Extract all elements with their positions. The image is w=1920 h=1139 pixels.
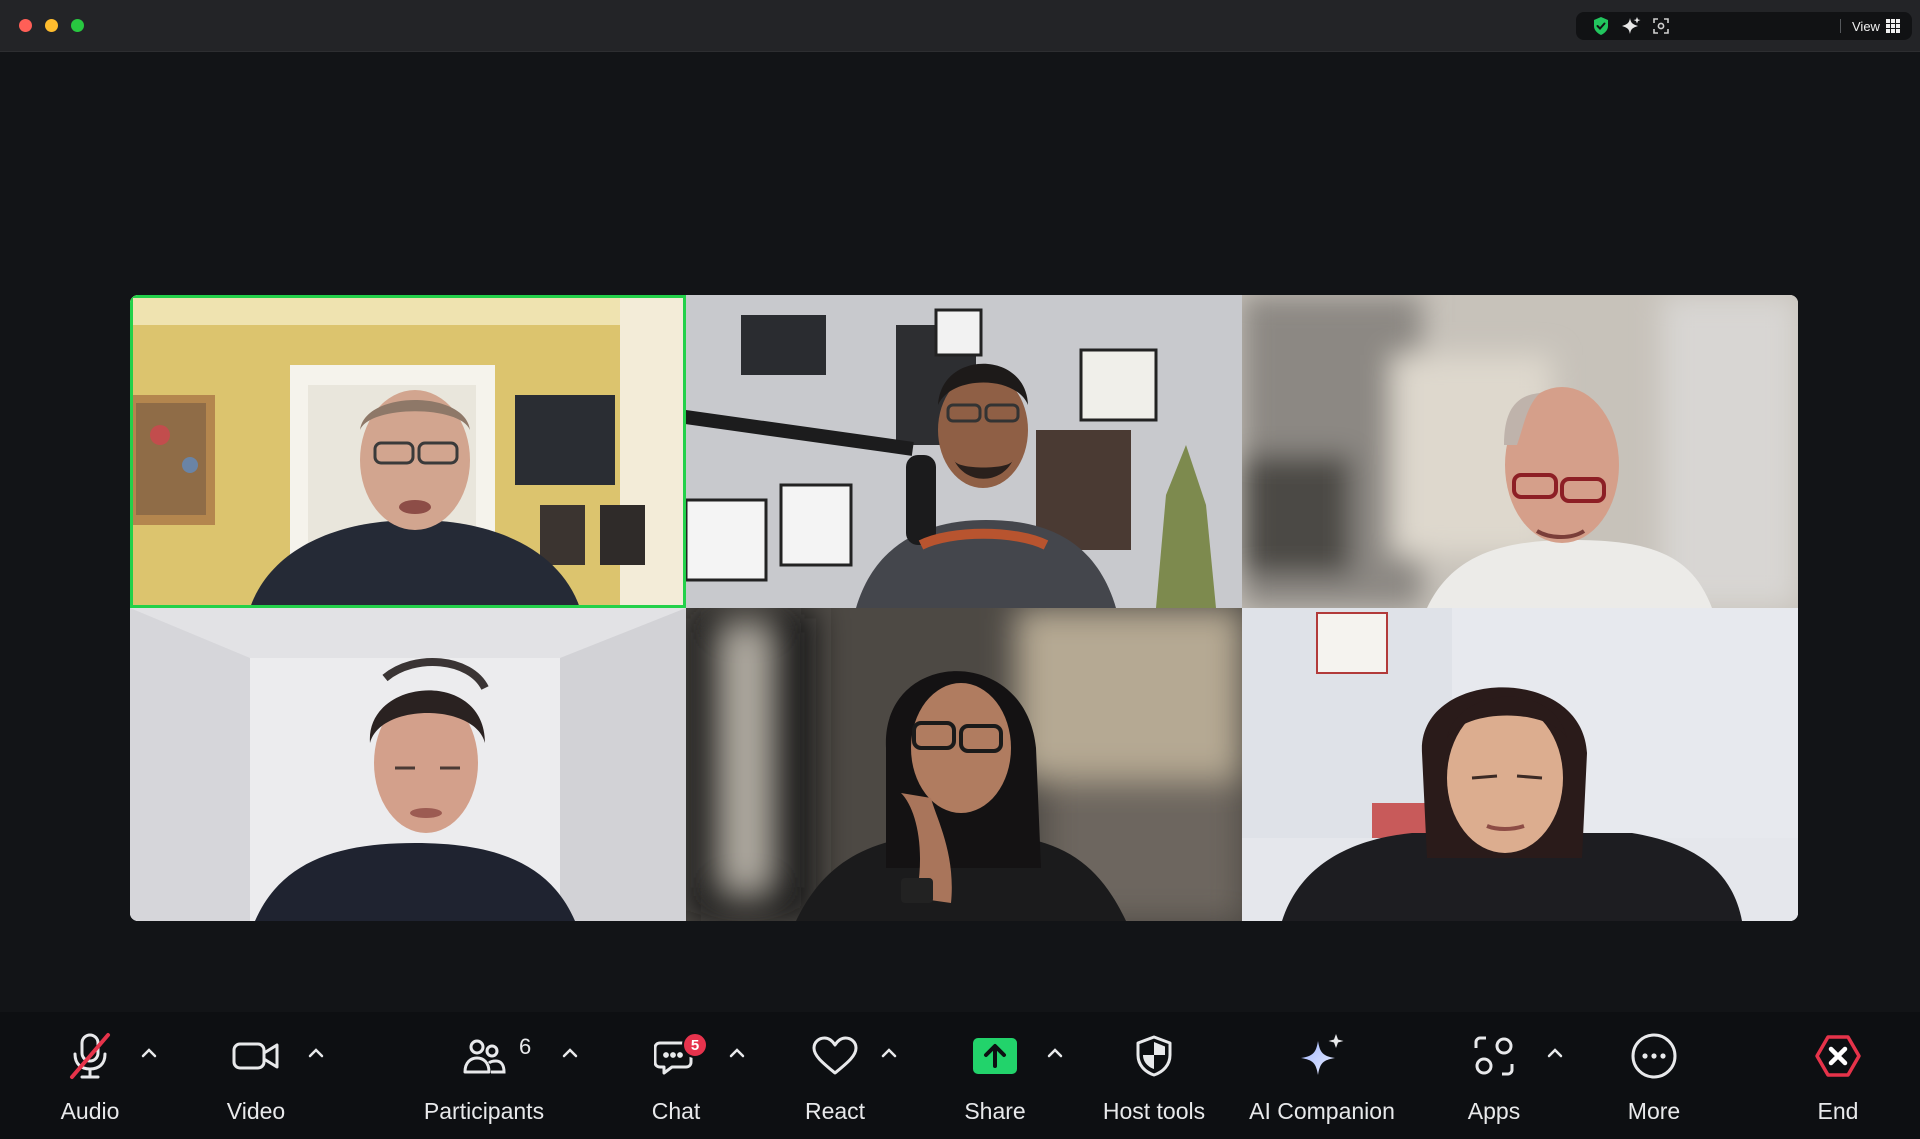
video-tile-1[interactable] bbox=[130, 295, 686, 608]
video-tile-6[interactable] bbox=[1242, 608, 1798, 921]
view-button[interactable]: View bbox=[1852, 12, 1912, 40]
share-button[interactable]: Share bbox=[958, 1026, 1032, 1136]
minimize-window-button[interactable] bbox=[45, 19, 58, 32]
focus-frame-icon[interactable] bbox=[1650, 15, 1672, 37]
participants-options-caret[interactable] bbox=[559, 1042, 581, 1064]
share-arrow-icon bbox=[967, 1028, 1023, 1084]
close-window-button[interactable] bbox=[19, 19, 32, 32]
sparkle-icon bbox=[1294, 1028, 1350, 1084]
end-call-icon bbox=[1810, 1028, 1866, 1084]
fullscreen-window-button[interactable] bbox=[71, 19, 84, 32]
host-tools-label: Host tools bbox=[1102, 1098, 1206, 1124]
chat-options-caret[interactable] bbox=[726, 1042, 748, 1064]
ai-companion-label: AI Companion bbox=[1249, 1098, 1395, 1124]
apps-icon bbox=[1466, 1028, 1522, 1084]
people-icon bbox=[456, 1028, 512, 1084]
chevron-up-icon bbox=[308, 1048, 324, 1058]
chevron-up-icon bbox=[881, 1048, 897, 1058]
shield-icon bbox=[1126, 1028, 1182, 1084]
meeting-stage bbox=[0, 52, 1920, 1012]
grid-view-icon bbox=[1885, 19, 1900, 33]
window-titlebar: View bbox=[0, 0, 1920, 52]
share-options-caret[interactable] bbox=[1044, 1042, 1066, 1064]
end-button[interactable]: End bbox=[1802, 1026, 1874, 1136]
video-tile-3[interactable] bbox=[1242, 295, 1798, 608]
chevron-up-icon bbox=[1547, 1048, 1563, 1058]
chevron-up-icon bbox=[729, 1048, 745, 1058]
chat-bubble-icon: 5 bbox=[648, 1028, 708, 1084]
encryption-shield-icon[interactable] bbox=[1590, 15, 1612, 37]
apps-label: Apps bbox=[1467, 1098, 1521, 1124]
gallery-view-grid bbox=[130, 295, 1798, 921]
participants-label: Participants bbox=[423, 1098, 545, 1124]
chevron-up-icon bbox=[562, 1048, 578, 1058]
ai-sparkle-icon[interactable] bbox=[1620, 15, 1642, 37]
video-camera-icon bbox=[228, 1028, 284, 1084]
video-tile-5[interactable] bbox=[686, 608, 1242, 921]
react-options-caret[interactable] bbox=[878, 1042, 900, 1064]
apps-options-caret[interactable] bbox=[1544, 1042, 1566, 1064]
participant-video bbox=[130, 295, 686, 608]
participants-button[interactable]: Participants bbox=[414, 1026, 554, 1136]
chat-unread-badge: 5 bbox=[682, 1032, 708, 1058]
participant-video bbox=[1242, 295, 1798, 608]
meeting-info-bar: View bbox=[1576, 12, 1912, 40]
video-tile-2[interactable] bbox=[686, 295, 1242, 608]
host-tools-button[interactable]: Host tools bbox=[1096, 1026, 1212, 1136]
video-tile-4[interactable] bbox=[130, 608, 686, 921]
chat-button[interactable]: 5 Chat bbox=[640, 1026, 712, 1136]
video-options-caret[interactable] bbox=[305, 1042, 327, 1064]
apps-button[interactable]: Apps bbox=[1458, 1026, 1530, 1136]
audio-button[interactable]: Audio bbox=[54, 1026, 126, 1136]
heart-icon bbox=[807, 1028, 863, 1084]
video-button[interactable]: Video bbox=[220, 1026, 292, 1136]
view-label: View bbox=[1852, 18, 1880, 34]
participant-video bbox=[130, 608, 686, 921]
react-button[interactable]: React bbox=[798, 1026, 872, 1136]
participant-video bbox=[686, 295, 1242, 608]
meeting-controls-toolbar: Audio Video Participants 6 5 Chat React … bbox=[0, 1012, 1920, 1139]
chevron-up-icon bbox=[1047, 1048, 1063, 1058]
share-label: Share bbox=[964, 1098, 1026, 1124]
more-button[interactable]: More bbox=[1618, 1026, 1690, 1136]
participant-video bbox=[1242, 608, 1798, 921]
video-label: Video bbox=[226, 1098, 286, 1124]
chevron-up-icon bbox=[141, 1048, 157, 1058]
ai-companion-button[interactable]: AI Companion bbox=[1244, 1026, 1400, 1136]
more-label: More bbox=[1627, 1098, 1681, 1124]
participant-count: 6 bbox=[519, 1034, 532, 1059]
audio-options-caret[interactable] bbox=[138, 1042, 160, 1064]
chat-label: Chat bbox=[651, 1098, 701, 1124]
more-dots-icon bbox=[1626, 1028, 1682, 1084]
participant-video bbox=[686, 608, 1242, 921]
audio-label: Audio bbox=[60, 1098, 120, 1124]
end-label: End bbox=[1817, 1098, 1859, 1124]
react-label: React bbox=[804, 1098, 866, 1124]
microphone-muted-icon bbox=[62, 1028, 118, 1084]
divider bbox=[1840, 19, 1841, 33]
